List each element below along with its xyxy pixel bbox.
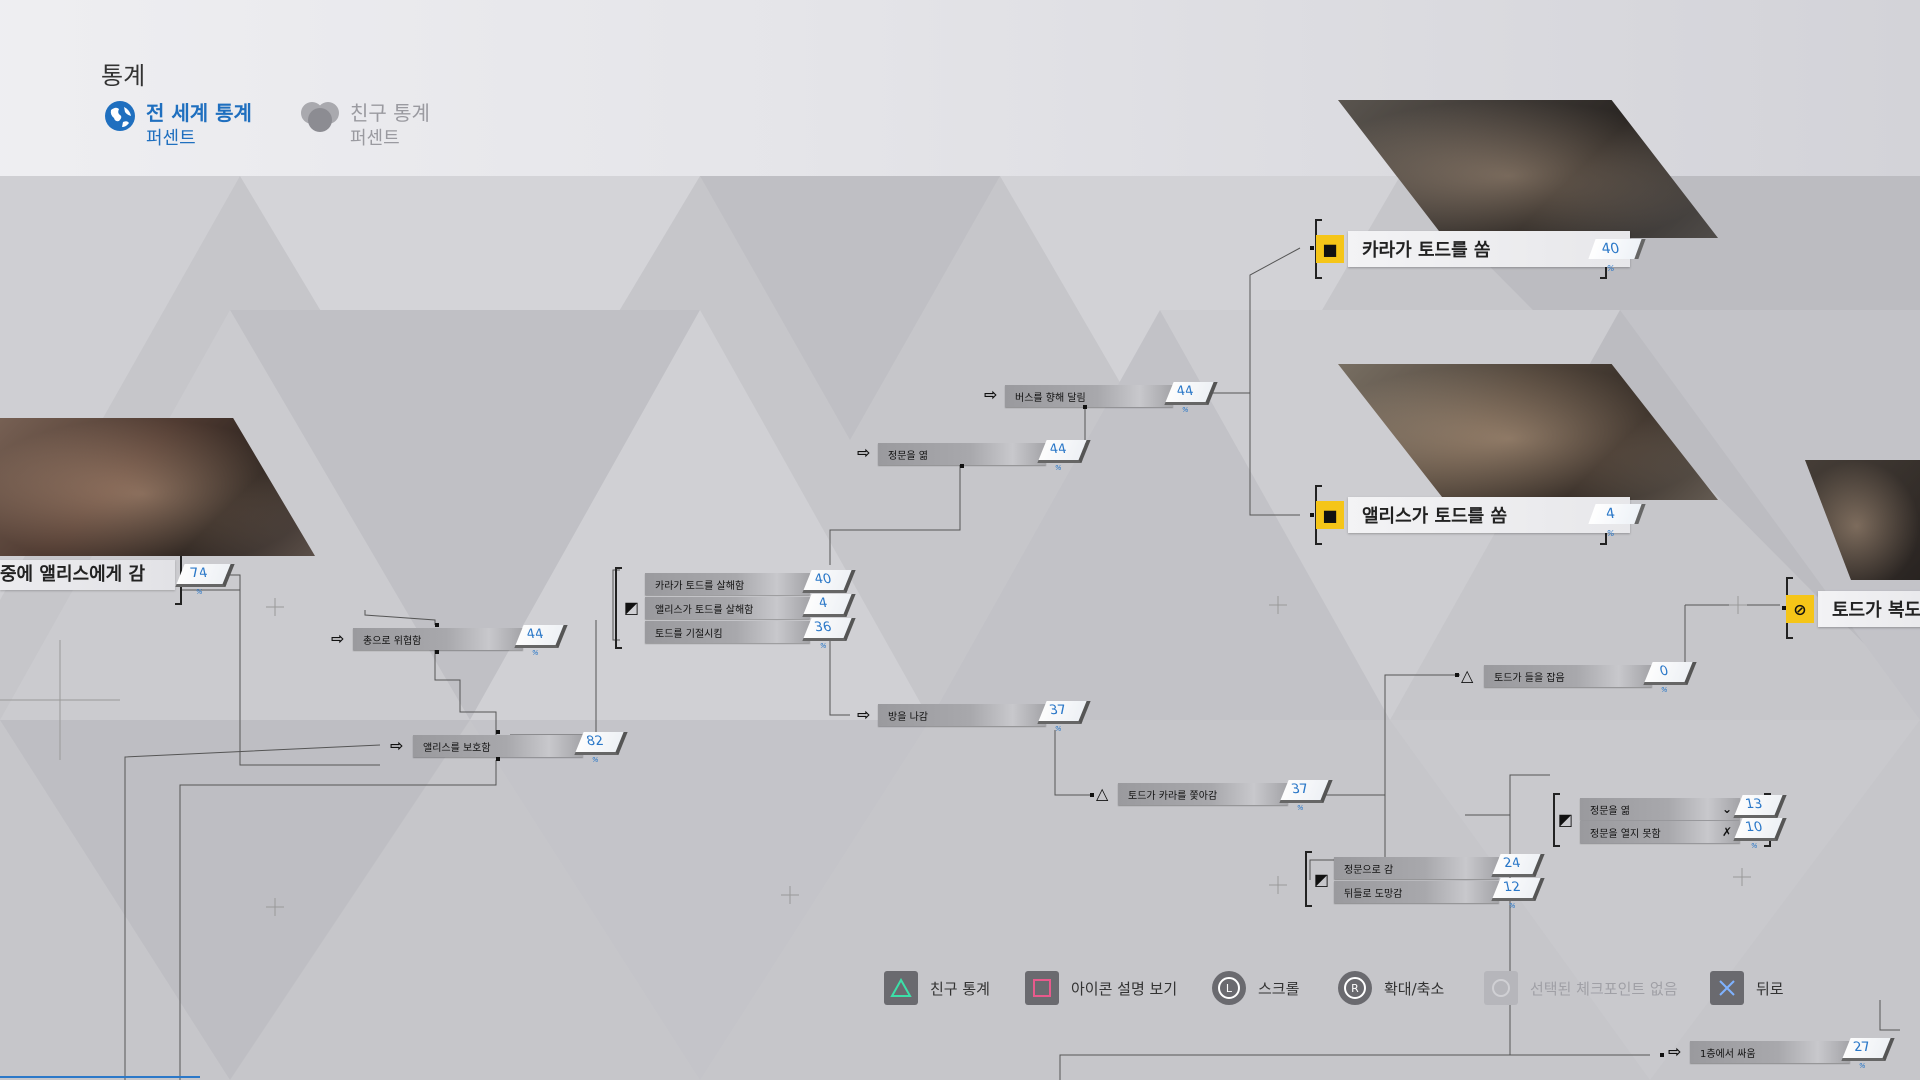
- node-leave-room[interactable]: 방을 나감 37%: [878, 701, 1091, 733]
- node-alice-kills[interactable]: 앨리스가 토드를 살해함 4%: [645, 594, 856, 626]
- arrow-icon: ⇨: [984, 385, 998, 404]
- node-kara-kills-label: 카라가 토드를 살해함: [655, 581, 745, 592]
- outcome-left-alice-label: 중에 앨리스에게 감: [0, 564, 146, 585]
- choice-group-icon: ◩: [1314, 870, 1330, 889]
- node-todd-chases-label: 토드가 카라를 쫓아감: [1128, 791, 1218, 802]
- r-stick-icon: R: [1338, 971, 1372, 1005]
- node-threat-gun-label: 총으로 위협함: [363, 636, 422, 647]
- svg-text:L: L: [1226, 982, 1233, 995]
- chevron-down-icon: ⌄: [1722, 802, 1733, 816]
- node-alice-kills-label: 앨리스가 토드를 살해함: [655, 605, 754, 616]
- cross-icon: [1710, 971, 1744, 1005]
- node-gate-open-label: 정문을 엶: [1590, 806, 1630, 817]
- footer-no-checkpoint-label: 선택된 체크포인트 없음: [1530, 979, 1678, 998]
- footer-friend-stats[interactable]: 친구 통계: [884, 970, 990, 1006]
- node-gate-open[interactable]: 정문을 엶 ⌄ 13%: [1580, 795, 1787, 827]
- node-run-bus[interactable]: 버스를 향해 달림 44%: [1005, 382, 1218, 414]
- connector-dot: [1455, 673, 1459, 677]
- square-icon: [1025, 971, 1059, 1005]
- node-fight-floor1[interactable]: 1층에서 싸움 27%: [1690, 1038, 1895, 1070]
- node-to-gate-label: 정문으로 감: [1344, 865, 1394, 876]
- connector-dot: [1660, 1053, 1664, 1057]
- tab-friend-stats[interactable]: 친구 통계 퍼센트: [300, 100, 430, 152]
- node-protect-alice-label: 앨리스를 보호함: [423, 743, 491, 754]
- connector-dot: [1090, 793, 1094, 797]
- node-fight-floor1-label: 1층에서 싸움: [1700, 1049, 1756, 1060]
- node-run-bus-label: 버스를 향해 달림: [1015, 393, 1086, 404]
- footer-zoom-label: 확대/축소: [1384, 979, 1445, 998]
- checkpoint-unlock-icon: ■: [1316, 235, 1344, 263]
- node-kara-kills[interactable]: 카라가 토드를 살해함 40%: [645, 570, 856, 602]
- connector-dot: [496, 757, 500, 761]
- node-protect-alice[interactable]: 앨리스를 보호함 82%: [413, 732, 628, 764]
- arrow-icon: ⇨: [390, 736, 404, 755]
- triangle-icon: △: [1096, 784, 1109, 803]
- footer-icon-legend[interactable]: 아이콘 설명 보기: [1025, 970, 1177, 1006]
- node-back-escape-label: 뒤들로 도망감: [1344, 889, 1403, 900]
- node-todd-chases[interactable]: 토드가 카라를 쫓아감 37%: [1118, 780, 1333, 812]
- connector-dot: [435, 650, 439, 654]
- arrow-icon: ⇨: [1668, 1042, 1682, 1061]
- node-open-gate-label: 정문을 엶: [888, 451, 928, 462]
- node-todd-grabs-label: 토드가 들을 잡음: [1494, 673, 1565, 684]
- arrow-icon: ⇨: [857, 443, 871, 462]
- footer-back[interactable]: 뒤로: [1710, 970, 1784, 1006]
- connector-dot: [1310, 513, 1314, 517]
- connector-dot: [1310, 246, 1314, 250]
- locked-icon: ⊘: [1786, 595, 1814, 623]
- outcome-alice-shoots-todd[interactable]: ■ 앨리스가 토드를 쏨: [1316, 496, 1630, 534]
- outcome-alice-shoots-pct: 4%: [1588, 504, 1646, 538]
- tab-global-stats-label: 전 세계 통계: [146, 101, 252, 125]
- arrow-icon: ⇨: [857, 705, 871, 724]
- footer-scroll[interactable]: L 스크롤: [1212, 970, 1299, 1006]
- svg-text:R: R: [1351, 982, 1359, 995]
- footer-zoom[interactable]: R 확대/축소: [1338, 970, 1444, 1006]
- node-to-gate[interactable]: 정문으로 감 24%: [1334, 854, 1545, 886]
- friends-icon: [301, 102, 339, 132]
- node-todd-grabs[interactable]: 토드가 들을 잡음 0%: [1484, 662, 1697, 694]
- connector-dot: [1782, 606, 1786, 610]
- node-gate-fail-label: 정문을 열지 못함: [1590, 829, 1661, 840]
- footer-no-checkpoint: 선택된 체크포인트 없음: [1484, 970, 1678, 1006]
- circle-icon: [1484, 971, 1518, 1005]
- node-todd-faint-label: 토드를 기절시킴: [655, 629, 723, 640]
- footer-scroll-label: 스크롤: [1258, 979, 1300, 998]
- outcome-kara-shoots-pct: 40%: [1588, 239, 1646, 273]
- node-threat-gun[interactable]: 총으로 위협함 44%: [353, 625, 568, 657]
- connector-dot: [435, 623, 439, 627]
- tab-global-stats[interactable]: 전 세계 통계 퍼센트: [104, 100, 252, 152]
- footer-friend-stats-label: 친구 통계: [930, 979, 990, 998]
- outcome-todd-hallway[interactable]: ⊘ 토드가 복도에: [1786, 590, 1920, 628]
- footer-icon-legend-label: 아이콘 설명 보기: [1071, 979, 1178, 998]
- triangle-icon: [884, 971, 918, 1005]
- checkpoint-unlock-icon: ■: [1316, 501, 1344, 529]
- node-gate-fail[interactable]: 정문을 열지 못함 ✗ 10%: [1580, 818, 1787, 850]
- outcome-left-alice-pct: 74%: [175, 564, 235, 596]
- choice-group-icon: ◩: [624, 598, 640, 617]
- outcome-left-alice[interactable]: 중에 앨리스에게 감: [0, 560, 175, 590]
- triangle-icon: △: [1461, 666, 1474, 685]
- outcome-todd-hallway-label: 토드가 복도에: [1818, 591, 1920, 627]
- node-back-escape[interactable]: 뒤들로 도망감 12%: [1334, 878, 1545, 910]
- node-todd-faint[interactable]: 토드를 기절시킴 36%: [645, 618, 856, 650]
- cross-mark-icon: ✗: [1722, 825, 1733, 839]
- node-open-gate[interactable]: 정문을 엶 44%: [878, 440, 1091, 472]
- choice-group-icon: ◩: [1558, 810, 1574, 829]
- tab-friend-stats-sub: 퍼센트: [350, 128, 400, 149]
- tab-global-stats-sub: 퍼센트: [146, 128, 196, 149]
- tab-friend-stats-label: 친구 통계: [350, 101, 430, 125]
- l-stick-icon: L: [1212, 971, 1246, 1005]
- connector-dot: [496, 730, 500, 734]
- node-leave-room-label: 방을 나감: [888, 712, 928, 723]
- page-title: 통계: [101, 62, 146, 90]
- bottom-accent-line: [0, 1076, 200, 1078]
- arrow-icon: ⇨: [331, 629, 345, 648]
- connector-dot: [960, 464, 964, 468]
- connector-dot: [1083, 405, 1087, 409]
- outcome-kara-shoots-todd[interactable]: ■ 카라가 토드를 쏨: [1316, 230, 1630, 268]
- footer-back-label: 뒤로: [1756, 979, 1784, 998]
- globe-icon: [105, 101, 135, 131]
